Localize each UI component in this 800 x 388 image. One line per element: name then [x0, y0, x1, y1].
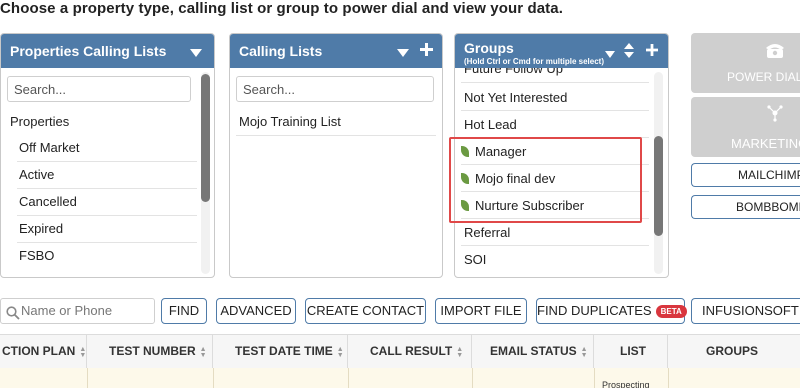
name-or-phone-input[interactable]: Name or Phone — [0, 298, 155, 324]
groups-panel-subtitle: (Hold Ctrl or Cmd for multiple select) — [464, 57, 605, 66]
list-item[interactable]: Expired — [19, 221, 63, 236]
add-plus-icon[interactable] — [646, 44, 658, 59]
power-dial-label: POWER DIAL — [727, 70, 800, 84]
marketing-button[interactable]: MARKETING — [691, 97, 800, 157]
infusionsoft-button[interactable]: INFUSIONSOFT — [691, 298, 800, 324]
groups-panel-header: Groups (Hold Ctrl or Cmd for multiple se… — [455, 34, 668, 68]
list-item[interactable]: Hot Lead — [464, 117, 517, 132]
table-cell-list: Prospecting — [602, 380, 650, 388]
list-item[interactable]: Referral — [464, 225, 510, 240]
highlight-box — [449, 137, 642, 223]
collapse-chevron-icon[interactable] — [190, 46, 202, 60]
table-header: CTION PLAN ▲ ▼ TEST NUMBER ▲ ▼ TEST DATE TIM… — [0, 334, 800, 369]
calling-panel-header: Calling Lists — [230, 34, 442, 68]
find-duplicates-button[interactable]: FIND DUPLICATES BETA — [536, 298, 687, 324]
list-item[interactable]: Active — [19, 167, 54, 182]
bombbomb-button[interactable]: BOMBBOMB — [691, 195, 800, 219]
page-heading: Choose a property type, calling list or … — [0, 0, 563, 17]
marketing-label: MARKETING — [731, 136, 800, 151]
table-row[interactable] — [0, 368, 800, 388]
sort-icon[interactable] — [624, 43, 634, 61]
add-plus-icon[interactable] — [420, 43, 433, 59]
calling-lists-panel: Calling Lists Search... Mojo Training Li… — [229, 33, 443, 278]
sort-icon[interactable]: ▲ ▼ — [200, 346, 208, 359]
column-header-email-status[interactable]: EMAIL STATUS ▲ ▼ — [472, 335, 594, 368]
list-item[interactable]: Not Yet Interested — [464, 90, 567, 105]
advanced-button[interactable]: ADVANCED — [216, 298, 296, 324]
list-item[interactable]: Off Market — [19, 140, 79, 155]
properties-calling-lists-panel: Properties Calling Lists Search... Prope… — [0, 33, 215, 278]
mailchimp-button[interactable]: MAILCHIMP — [691, 163, 800, 187]
name-or-phone-placeholder: Name or Phone — [21, 303, 113, 318]
list-item[interactable]: SOI — [464, 252, 486, 267]
properties-panel-title: Properties Calling Lists — [10, 43, 167, 59]
column-header-test-number[interactable]: TEST NUMBER ▲ ▼ — [87, 335, 213, 368]
list-item[interactable]: FSBO — [19, 248, 54, 263]
calling-panel-title: Calling Lists — [239, 43, 323, 59]
calling-lists-search-input[interactable]: Search... — [236, 76, 434, 102]
column-header-groups[interactable]: GROUPS — [668, 335, 800, 368]
create-contact-button[interactable]: CREATE CONTACT — [305, 298, 426, 324]
sort-icon[interactable]: ▲ ▼ — [456, 346, 464, 359]
groups-panel-title: Groups — [464, 40, 514, 56]
network-icon — [766, 104, 784, 125]
collapse-chevron-icon[interactable] — [605, 47, 615, 61]
properties-group-label[interactable]: Properties — [10, 114, 69, 129]
properties-scroll-thumb[interactable] — [201, 74, 210, 202]
column-header-list[interactable]: LIST — [594, 335, 668, 368]
import-file-button[interactable]: IMPORT FILE — [435, 298, 527, 324]
phone-icon — [765, 40, 785, 63]
column-header-action-plan[interactable]: CTION PLAN ▲ ▼ — [0, 335, 87, 368]
sort-icon[interactable]: ▲ ▼ — [337, 346, 345, 359]
column-header-call-result[interactable]: CALL RESULT ▲ ▼ — [348, 335, 472, 368]
groups-scroll-thumb[interactable] — [654, 136, 663, 236]
collapse-chevron-icon[interactable] — [397, 46, 409, 60]
search-icon — [6, 304, 20, 328]
list-item[interactable]: Mojo Training List — [239, 114, 341, 129]
list-item[interactable]: Cancelled — [19, 194, 77, 209]
find-button[interactable]: FIND — [161, 298, 207, 324]
power-dial-button[interactable]: POWER DIAL — [691, 33, 800, 93]
list-item[interactable]: Future Follow Up — [464, 68, 563, 77]
column-header-test-date-time[interactable]: TEST DATE TIME ▲ ▼ — [213, 335, 348, 368]
properties-search-input[interactable]: Search... — [7, 76, 191, 102]
properties-panel-header: Properties Calling Lists — [1, 34, 214, 68]
find-duplicates-label: FIND DUPLICATES — [537, 303, 652, 318]
beta-badge: BETA — [655, 305, 687, 318]
sort-icon[interactable]: ▲ ▼ — [581, 346, 589, 359]
